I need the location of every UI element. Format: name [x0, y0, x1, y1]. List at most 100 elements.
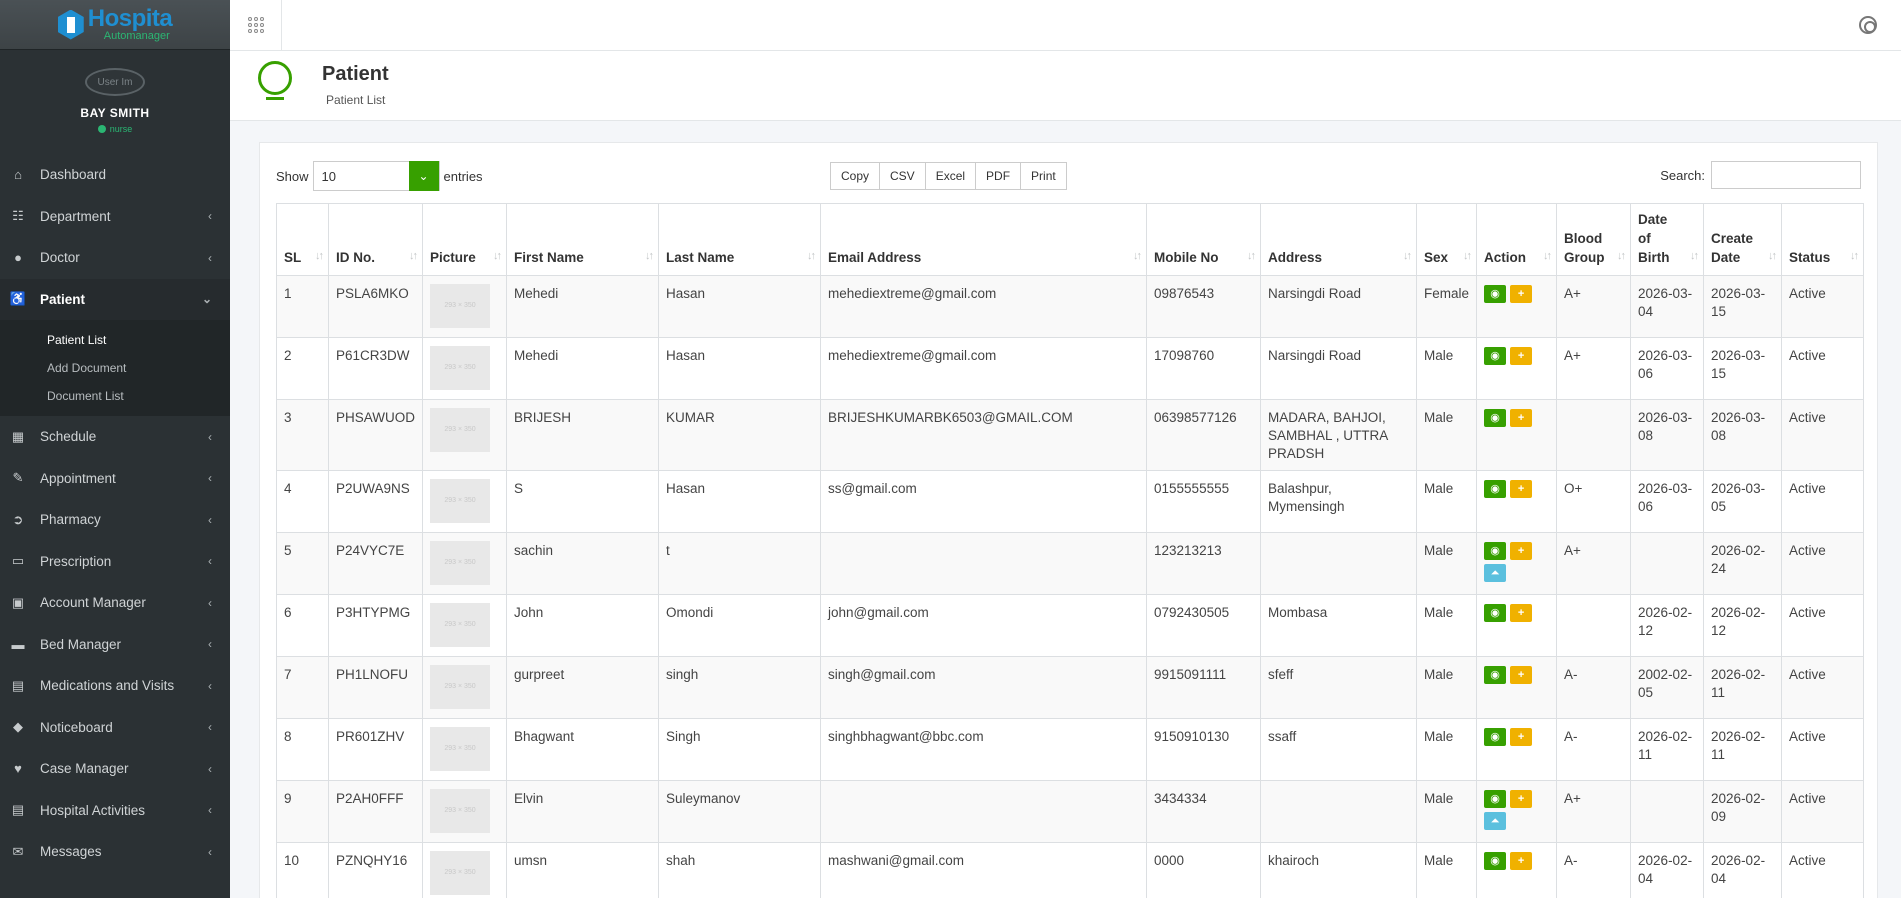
sidebar-item-bed-manager[interactable]: ▬ Bed Manager ‹	[0, 624, 230, 666]
col-blood-group[interactable]: Blood Group ↓↑	[1556, 203, 1632, 276]
col-dob[interactable]: Date of Birth ↓↑	[1630, 203, 1705, 276]
date-of-birth-cell: 2026-03-08	[1630, 399, 1705, 471]
add-button[interactable]: +	[1510, 542, 1533, 560]
sidebar-subitem-patient-list[interactable]: Patient List	[0, 326, 230, 354]
add-button[interactable]: +	[1510, 852, 1533, 870]
sidebar-item-prescription[interactable]: ▭ Prescription ‹	[0, 541, 230, 583]
row-sl: 5	[284, 543, 292, 558]
view-button[interactable]: ◉	[1484, 728, 1507, 746]
mobile-no: 9915091111	[1154, 667, 1227, 682]
col-id[interactable]: ID No. ↓↑	[327, 203, 424, 276]
sidebar-item-schedule[interactable]: ▦ Schedule ‹	[0, 416, 230, 458]
last-name: Hasan	[666, 348, 706, 363]
sidebar-item-account-manager[interactable]: ▣ Account Manager ‹	[0, 582, 230, 624]
col-first-name[interactable]: First Name ↓↑	[506, 203, 660, 276]
copy-button[interactable]: Copy	[830, 162, 881, 190]
col-address[interactable]: Address ↓↑	[1260, 203, 1418, 276]
col-picture[interactable]: Picture ↓↑	[422, 203, 508, 276]
bed-icon: ▬	[11, 636, 25, 652]
create-date-cell: 2026-02-11	[1703, 718, 1783, 781]
view-button[interactable]: ◉	[1484, 852, 1507, 870]
eye-icon: ◉	[1490, 731, 1500, 743]
print-button[interactable]: Print	[1021, 162, 1067, 190]
sex-cell: Female	[1416, 275, 1478, 338]
chevron-down-icon: ⌄	[201, 292, 212, 307]
col-action[interactable]: Action ↓↑	[1476, 203, 1558, 276]
settings-button[interactable]	[1855, 12, 1881, 38]
add-button[interactable]: +	[1510, 790, 1533, 808]
action-cell: ◉ +	[1476, 594, 1558, 657]
create-date-cell: 2026-03-15	[1703, 275, 1783, 338]
view-button[interactable]: ◉	[1484, 285, 1507, 303]
sidebar-item-case-manager[interactable]: ♥ Case Manager ‹	[0, 748, 230, 790]
view-button[interactable]: ◉	[1484, 409, 1507, 427]
blood-group: A-	[1564, 667, 1578, 682]
sidebar-subitem-document-list[interactable]: Document List	[0, 382, 230, 410]
add-button[interactable]: +	[1510, 604, 1533, 622]
first-name: BRIJESH	[514, 410, 572, 425]
add-button[interactable]: +	[1510, 285, 1533, 303]
page-length-select[interactable]: 10 ⌄	[312, 161, 440, 191]
blood-group: A-	[1564, 853, 1578, 868]
sidebar-item-noticeboard[interactable]: ◆ Noticeboard ‹	[0, 707, 230, 749]
col-mobile[interactable]: Mobile No ↓↑	[1146, 203, 1262, 276]
blood-group-cell: A+	[1556, 532, 1632, 595]
table-row: 3 PHSAWUOD 293 × 350 BRIJESH KUMAR BRIJESHKUM…	[276, 399, 1864, 471]
pdf-button[interactable]: PDF	[976, 162, 1022, 190]
add-button[interactable]: +	[1510, 480, 1533, 498]
sidebar-item-appointment[interactable]: ✎ Appointment ‹	[0, 458, 230, 500]
action-cell: ◉ +	[1476, 337, 1558, 400]
view-button[interactable]: ◉	[1484, 604, 1507, 622]
add-button[interactable]: +	[1510, 409, 1533, 427]
col-status[interactable]: Status ↓↑	[1781, 203, 1864, 276]
action-cell: ◉ +	[1476, 275, 1558, 338]
col-sex[interactable]: Sex ↓↑	[1416, 203, 1478, 276]
blood-group: A+	[1564, 791, 1581, 806]
csv-button[interactable]: CSV	[880, 162, 926, 190]
view-button[interactable]: ◉	[1484, 666, 1507, 684]
excel-button[interactable]: Excel	[925, 162, 977, 190]
sidebar-subitem-add-document[interactable]: Add Document	[0, 354, 230, 382]
view-button[interactable]: ◉	[1484, 347, 1507, 365]
upload-button[interactable]: ⏶	[1484, 564, 1507, 582]
view-button[interactable]: ◉	[1484, 480, 1507, 498]
col-label: ID No.	[336, 250, 375, 265]
search-input[interactable]	[1711, 161, 1861, 189]
create-date: 2026-02-12	[1711, 605, 1766, 638]
last-name-cell: Hasan	[658, 470, 822, 533]
search-control: Search:	[1660, 161, 1861, 189]
sidebar-item-hospital-activities[interactable]: ▤ Hospital Activities ‹	[0, 790, 230, 832]
apps-menu-button[interactable]	[230, 0, 282, 50]
sidebar-item-medications-visits[interactable]: ▤ Medications and Visits ‹	[0, 665, 230, 707]
col-create-date[interactable]: Create Date ↓↑	[1703, 203, 1783, 276]
upload-button[interactable]: ⏶	[1484, 812, 1507, 830]
status-cell: Active	[1781, 780, 1864, 843]
view-button[interactable]: ◉	[1484, 790, 1507, 808]
col-email[interactable]: Email Address ↓↑	[820, 203, 1148, 276]
col-label: Mobile No	[1154, 250, 1219, 265]
action-cell: ◉ +	[1476, 399, 1558, 471]
sidebar-item-doctor[interactable]: ● Doctor ‹	[0, 237, 230, 279]
create-date-cell: 2026-03-08	[1703, 399, 1783, 471]
email-address: singhbhagwant@bbc.com	[828, 729, 984, 744]
add-button[interactable]: +	[1510, 666, 1533, 684]
sidebar-item-messages[interactable]: ✉ Messages ‹	[0, 831, 230, 873]
add-button[interactable]: +	[1510, 347, 1533, 365]
last-name: singh	[666, 667, 699, 682]
page-length-value: 10	[321, 168, 336, 184]
sidebar-item-department[interactable]: ☷ Department ‹	[0, 196, 230, 238]
last-name-cell: t	[658, 532, 822, 595]
first-name: Bhagwant	[514, 729, 575, 744]
col-sl[interactable]: SL ↓↑	[276, 203, 329, 276]
add-button[interactable]: +	[1510, 728, 1533, 746]
sidebar-item-pharmacy[interactable]: ➲ Pharmacy ‹	[0, 499, 230, 541]
sidebar-item-dashboard[interactable]: ⌂ Dashboard	[0, 154, 230, 196]
col-last-name[interactable]: Last Name ↓↑	[658, 203, 822, 276]
status-cell: Active	[1781, 656, 1864, 719]
sidebar-item-patient[interactable]: ♿ Patient ⌄	[0, 278, 230, 320]
view-button[interactable]: ◉	[1484, 542, 1507, 560]
patient-id-cell: PHSAWUOD	[327, 399, 424, 471]
row-sl: 10	[284, 853, 300, 868]
create-date: 2026-02-09	[1711, 791, 1766, 824]
logo[interactable]: Hospita Automanager	[0, 0, 230, 50]
